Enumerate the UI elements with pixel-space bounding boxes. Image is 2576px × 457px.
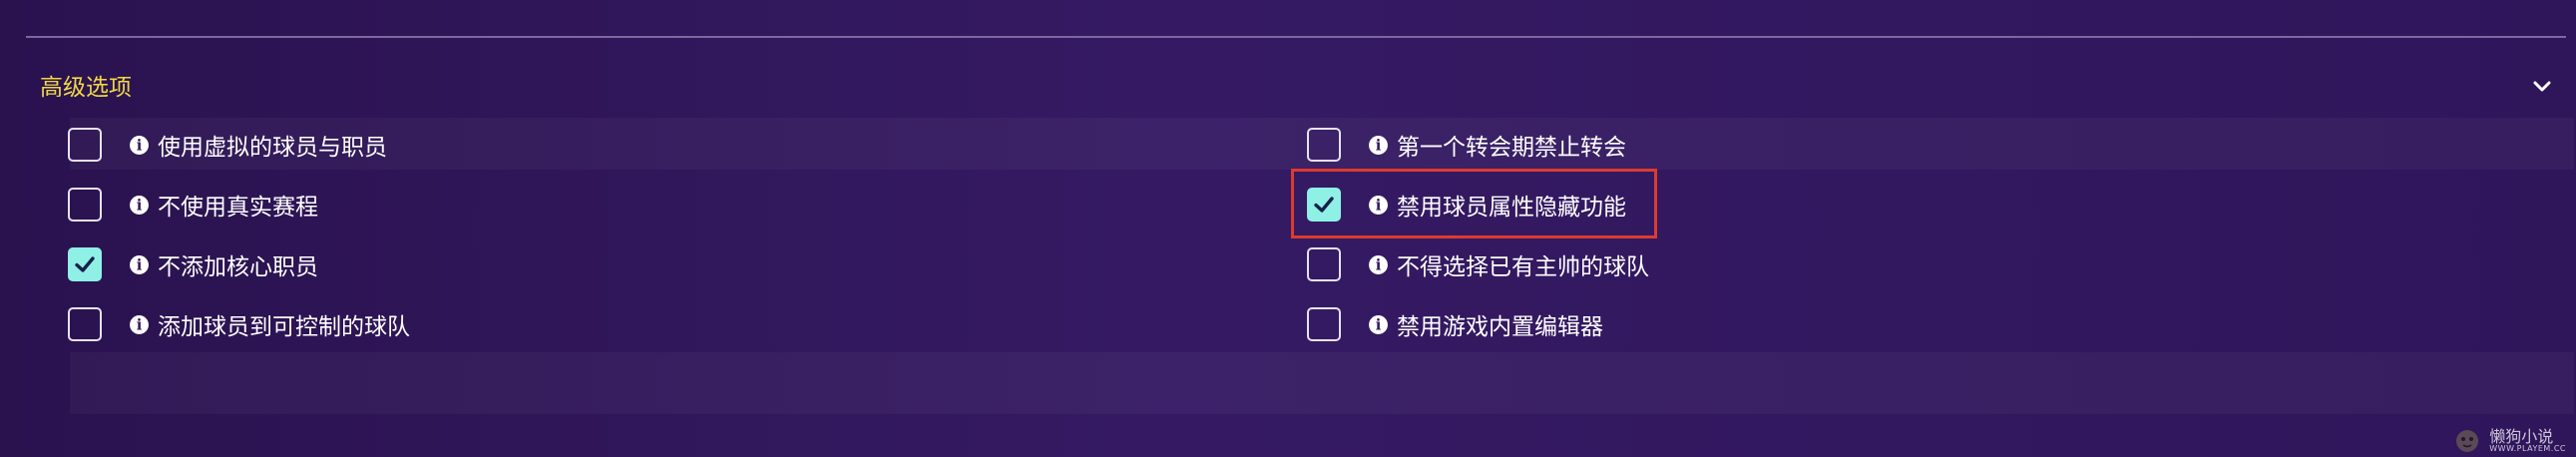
svg-text:i: i bbox=[137, 316, 143, 333]
option-label: 不得选择已有主帅的球队 bbox=[1397, 254, 1649, 280]
highlight-box bbox=[1291, 169, 1657, 238]
checkbox[interactable] bbox=[1307, 247, 1341, 281]
watermark-name: 懒狗小说 bbox=[2489, 427, 2554, 446]
option-label: 第一个转会期禁止转会 bbox=[1397, 135, 1626, 161]
option-use-fake-players-staff[interactable]: i 使用虚拟的球员与职员 bbox=[68, 121, 387, 169]
checkbox[interactable] bbox=[68, 188, 102, 222]
svg-text:i: i bbox=[137, 197, 143, 214]
option-label: 不使用真实赛程 bbox=[158, 195, 318, 221]
watermark-logo-icon bbox=[2456, 430, 2479, 452]
svg-text:i: i bbox=[1376, 256, 1382, 273]
info-icon[interactable]: i bbox=[1368, 135, 1389, 156]
top-divider bbox=[26, 36, 2566, 38]
option-disable-in-game-editor[interactable]: i 禁用游戏内置编辑器 bbox=[1307, 300, 1603, 348]
info-icon[interactable]: i bbox=[129, 314, 150, 335]
option-label: 添加球员到可控制的球队 bbox=[158, 314, 410, 340]
option-add-players-to-controlled-teams[interactable]: i 添加球员到可控制的球队 bbox=[68, 300, 410, 348]
info-icon[interactable]: i bbox=[129, 135, 150, 156]
watermark-domain: WWW.PLAYEM.CC bbox=[2489, 444, 2566, 453]
option-no-key-staff[interactable]: i 不添加核心职员 bbox=[68, 240, 318, 288]
section-title: 高级选项 bbox=[40, 75, 132, 101]
option-no-first-window-transfers[interactable]: i 第一个转会期禁止转会 bbox=[1307, 121, 1626, 169]
option-label: 不添加核心职员 bbox=[158, 254, 318, 280]
checkbox[interactable] bbox=[68, 128, 102, 162]
info-icon[interactable]: i bbox=[129, 254, 150, 275]
svg-text:i: i bbox=[137, 137, 143, 154]
chevron-down-icon[interactable] bbox=[2530, 74, 2554, 98]
background-band bbox=[70, 352, 2574, 414]
svg-text:i: i bbox=[1376, 137, 1382, 154]
option-no-real-fixtures[interactable]: i 不使用真实赛程 bbox=[68, 181, 318, 228]
check-icon bbox=[75, 256, 95, 272]
checkbox[interactable] bbox=[1307, 307, 1341, 341]
option-no-managed-teams[interactable]: i 不得选择已有主帅的球队 bbox=[1307, 240, 1649, 288]
info-icon[interactable]: i bbox=[1368, 314, 1389, 335]
checkbox[interactable] bbox=[68, 307, 102, 341]
svg-text:i: i bbox=[1376, 316, 1382, 333]
checkbox[interactable] bbox=[1307, 128, 1341, 162]
option-label: 禁用游戏内置编辑器 bbox=[1397, 314, 1603, 340]
info-icon[interactable]: i bbox=[129, 195, 150, 216]
option-label: 使用虚拟的球员与职员 bbox=[158, 135, 387, 161]
svg-text:i: i bbox=[137, 256, 143, 273]
info-icon[interactable]: i bbox=[1368, 254, 1389, 275]
advanced-options-header[interactable]: 高级选项 bbox=[40, 70, 2554, 106]
checkbox[interactable] bbox=[68, 247, 102, 281]
watermark: 懒狗小说 WWW.PLAYEM.CC bbox=[2455, 429, 2566, 453]
